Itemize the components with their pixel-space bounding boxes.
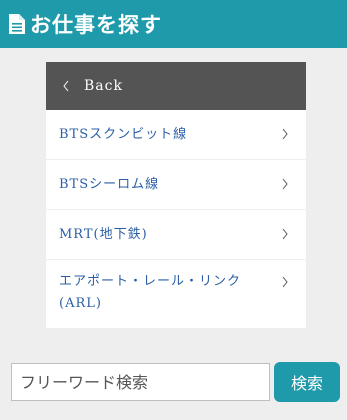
line-item-label: BTSシーロム線 — [59, 177, 160, 192]
line-item-bts-silom[interactable]: BTSシーロム線 — [46, 160, 306, 210]
line-item-label: エアポート・レール・リンク(ARL) — [59, 274, 242, 311]
line-menu: Back BTSスクンビット線 BTSシーロム線 MRT(地下鉄) エアポート・… — [46, 62, 306, 328]
chevron-right-icon — [282, 128, 288, 140]
page-title: お仕事を探す — [30, 13, 162, 37]
document-icon — [9, 14, 25, 34]
page-header: お仕事を探す — [0, 0, 347, 48]
back-label: Back — [84, 78, 123, 94]
line-list: BTSスクンビット線 BTSシーロム線 MRT(地下鉄) エアポート・レール・リ… — [46, 110, 306, 328]
chevron-right-icon — [282, 276, 288, 288]
line-item-label: MRT(地下鉄) — [59, 227, 148, 242]
line-item-label: BTSスクンビット線 — [59, 127, 188, 142]
chevron-right-icon — [282, 178, 288, 190]
line-item-bts-sukhumvit[interactable]: BTSスクンビット線 — [46, 110, 306, 160]
line-item-mrt[interactable]: MRT(地下鉄) — [46, 210, 306, 260]
search-input[interactable] — [11, 363, 270, 401]
line-item-airport-rail-link[interactable]: エアポート・レール・リンク(ARL) — [46, 260, 306, 328]
chevron-left-icon — [63, 80, 69, 92]
chevron-right-icon — [282, 228, 288, 240]
back-button[interactable]: Back — [46, 62, 306, 110]
search-button[interactable]: 検索 — [274, 362, 340, 402]
